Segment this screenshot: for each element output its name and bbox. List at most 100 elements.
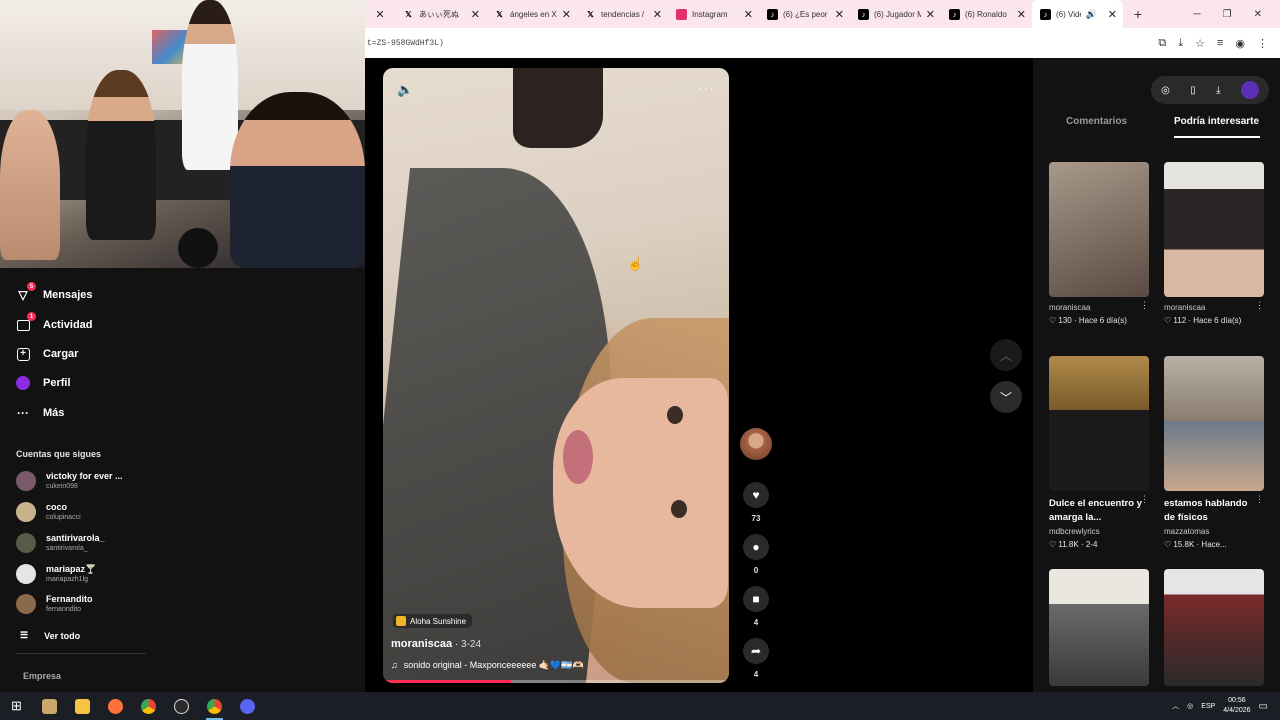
see-all-following-button[interactable]: ☰ Ver todo — [20, 630, 80, 641]
close-icon[interactable]: ✕ — [1108, 8, 1117, 21]
close-icon[interactable]: ✕ — [926, 8, 935, 21]
compass-icon[interactable]: ◎ — [1161, 85, 1170, 96]
chrome-icon[interactable] — [198, 692, 231, 720]
obs-icon[interactable] — [165, 692, 198, 720]
suggested-video-card[interactable] — [1049, 569, 1151, 686]
save-button[interactable]: ■ 4 — [742, 586, 770, 627]
more-options-icon[interactable]: ⋮ — [1140, 494, 1149, 505]
more-options-icon[interactable]: ⋮ — [1140, 300, 1149, 311]
card-author[interactable]: mazzatomas — [1164, 527, 1266, 536]
browser-tab[interactable]: ♪ (6) Ronaldo ✕ — [941, 0, 1032, 28]
tab-close-partial[interactable]: ✕ — [365, 0, 395, 28]
lang-indicator[interactable]: ESP — [1201, 703, 1215, 710]
video-thumbnail[interactable] — [1164, 162, 1264, 297]
video-thumbnail[interactable] — [1049, 356, 1149, 491]
video-progress-bar[interactable] — [383, 680, 729, 683]
video-music[interactable]: ♫ sonido original - Maxponceeeeee 🤙🏻💙🇦🇷🫶🏻 — [391, 660, 584, 671]
speaker-icon[interactable]: 🔊 — [1086, 9, 1097, 20]
more-options-icon[interactable]: ··· — [698, 80, 715, 96]
following-account[interactable]: coco colupinacci — [16, 502, 81, 522]
menu-kebab-icon[interactable]: ⋮ — [1257, 37, 1268, 50]
chevron-up-icon[interactable]: ︿ — [1172, 701, 1179, 711]
phone-icon[interactable]: ▯ — [1190, 85, 1196, 96]
video-thumbnail[interactable] — [1164, 356, 1264, 491]
suggested-video-card[interactable]: ⋮ moraniscaa ♡ 130 · Hace 6 día(s) — [1049, 162, 1151, 325]
browser-tab[interactable]: 𝕏tendencias / ✕ — [577, 0, 668, 28]
creator-avatar[interactable] — [740, 428, 772, 460]
sidebar-item-activity[interactable]: 1 Actividad — [16, 312, 93, 332]
maximize-icon[interactable]: ❐ — [1223, 9, 1232, 20]
playlist-icon[interactable]: ≡ — [1217, 37, 1223, 50]
video-thumbnail[interactable] — [1049, 162, 1149, 297]
like-button[interactable]: ♥ 73 — [742, 482, 770, 523]
network-icon[interactable]: ◎ — [1187, 702, 1193, 710]
card-author[interactable]: moraniscaa — [1049, 303, 1151, 312]
address-bar[interactable]: t=ZS-958GWdHf3L) ⧉ ⤓ ☆ ≡ ◉ ⋮ — [365, 28, 1280, 58]
sidebar-item-more[interactable]: ··· Más — [16, 406, 64, 420]
media-app-icon[interactable] — [33, 692, 66, 720]
clock[interactable]: 00:56 4/4/2026 — [1223, 696, 1250, 716]
windows-start-icon[interactable]: ⊞ — [0, 692, 33, 720]
music-title[interactable]: sonido original - Maxponceeeeee 🤙🏻💙🇦🇷🫶🏻 — [404, 660, 584, 671]
more-options-icon[interactable]: ⋮ — [1255, 300, 1264, 311]
volume-icon[interactable]: 🔈 — [397, 82, 413, 98]
following-account[interactable]: santirivarola_ santirivarola_ — [16, 533, 105, 553]
previous-video-button[interactable]: ︿ — [990, 339, 1022, 371]
close-icon[interactable]: ✕ — [653, 8, 662, 21]
close-window-icon[interactable]: ✕ — [1254, 9, 1262, 20]
following-account[interactable]: Fernandito fernanndito — [16, 594, 93, 614]
comment-button[interactable]: ● 0 — [742, 534, 770, 575]
sidebar-item-messages[interactable]: ▽ 5 Mensajes — [16, 282, 93, 302]
following-account[interactable]: mariapaz🍸 mariapazh1lg — [16, 564, 96, 584]
close-icon[interactable]: ✕ — [471, 8, 480, 21]
more-options-icon[interactable]: ⋮ — [1255, 494, 1264, 505]
close-icon[interactable]: ✕ — [1017, 8, 1026, 21]
video-thumbnail[interactable] — [1164, 569, 1264, 686]
firefox-icon[interactable] — [99, 692, 132, 720]
suggested-video-card[interactable]: ⋮ estamos hablando de físicos mazzatomas… — [1164, 356, 1266, 549]
close-icon[interactable]: ✕ — [744, 8, 753, 21]
browser-tab[interactable]: ♪ (6) ¿Es peor ✕ — [759, 0, 850, 28]
browser-tab[interactable]: 𝕏ángeles en X ✕ — [486, 0, 577, 28]
video-thumbnail[interactable] — [1049, 569, 1149, 686]
suggested-video-card[interactable]: ⋮ moraniscaa ♡ 112 · Hace 6 día(s) — [1164, 162, 1266, 325]
close-icon[interactable]: ✕ — [562, 8, 571, 21]
card-author[interactable]: moraniscaa — [1164, 303, 1266, 312]
avatar[interactable] — [1240, 81, 1259, 99]
translate-icon[interactable]: ⧉ — [1158, 37, 1166, 50]
download-icon[interactable]: ⤓ — [1216, 85, 1220, 96]
browser-tab[interactable]: ♪ (6) Jugador M ✕ — [850, 0, 941, 28]
notifications-icon[interactable]: ▭ — [1259, 701, 1268, 712]
following-account[interactable]: victoky for ever ... cukein098 — [16, 471, 123, 491]
minimize-icon[interactable]: ─ — [1194, 9, 1201, 20]
card-title[interactable]: estamos hablando de físicos — [1164, 497, 1260, 525]
video-player[interactable]: 🔈 ··· Aloha Sunshine moraniscaa · 3-24 ♫… — [383, 68, 729, 683]
suggested-video-card[interactable]: ⋮ Dulce el encuentro y amarga la... mdbc… — [1049, 356, 1151, 549]
video-author[interactable]: moraniscaa · 3-24 — [391, 638, 481, 650]
company-link[interactable]: Empresa — [23, 671, 61, 681]
tab-suggested[interactable]: Podría interesarte — [1174, 116, 1259, 127]
suggested-video-card[interactable] — [1164, 569, 1266, 686]
browser-tab[interactable]: Instagram ✕ — [668, 0, 759, 28]
browser-tab[interactable]: 𝕏 あぃぃ死ぬ ✕ — [395, 0, 486, 28]
profile-icon[interactable]: ◉ — [1235, 37, 1245, 50]
author-name[interactable]: moraniscaa — [391, 638, 452, 650]
next-video-button[interactable]: ﹀ — [990, 381, 1022, 413]
sidebar-item-profile[interactable]: Perfil — [16, 376, 71, 390]
card-title[interactable]: Dulce el encuentro y amarga la... — [1049, 497, 1145, 525]
tab-comments[interactable]: Comentarios — [1066, 116, 1127, 127]
close-icon[interactable]: ✕ — [375, 8, 384, 21]
effect-tag[interactable]: Aloha Sunshine — [393, 614, 473, 628]
new-tab-button[interactable]: + — [1123, 6, 1153, 22]
install-icon[interactable]: ⤓ — [1178, 37, 1183, 50]
browser-tab-active[interactable]: ♪ (6) Video 🔊 ✕ — [1032, 0, 1123, 28]
card-author[interactable]: mdbcrewlyrics — [1049, 527, 1151, 536]
chrome-icon[interactable] — [132, 692, 165, 720]
share-button[interactable]: ➦ 4 — [742, 638, 770, 679]
sidebar-item-upload[interactable]: + Cargar — [16, 347, 78, 361]
close-icon[interactable]: ✕ — [835, 8, 844, 21]
file-explorer-icon[interactable] — [66, 692, 99, 720]
bookmark-star-icon[interactable]: ☆ — [1195, 37, 1205, 50]
url-text[interactable]: t=ZS-958GWdHf3L) — [365, 39, 444, 48]
discord-icon[interactable] — [231, 692, 264, 720]
